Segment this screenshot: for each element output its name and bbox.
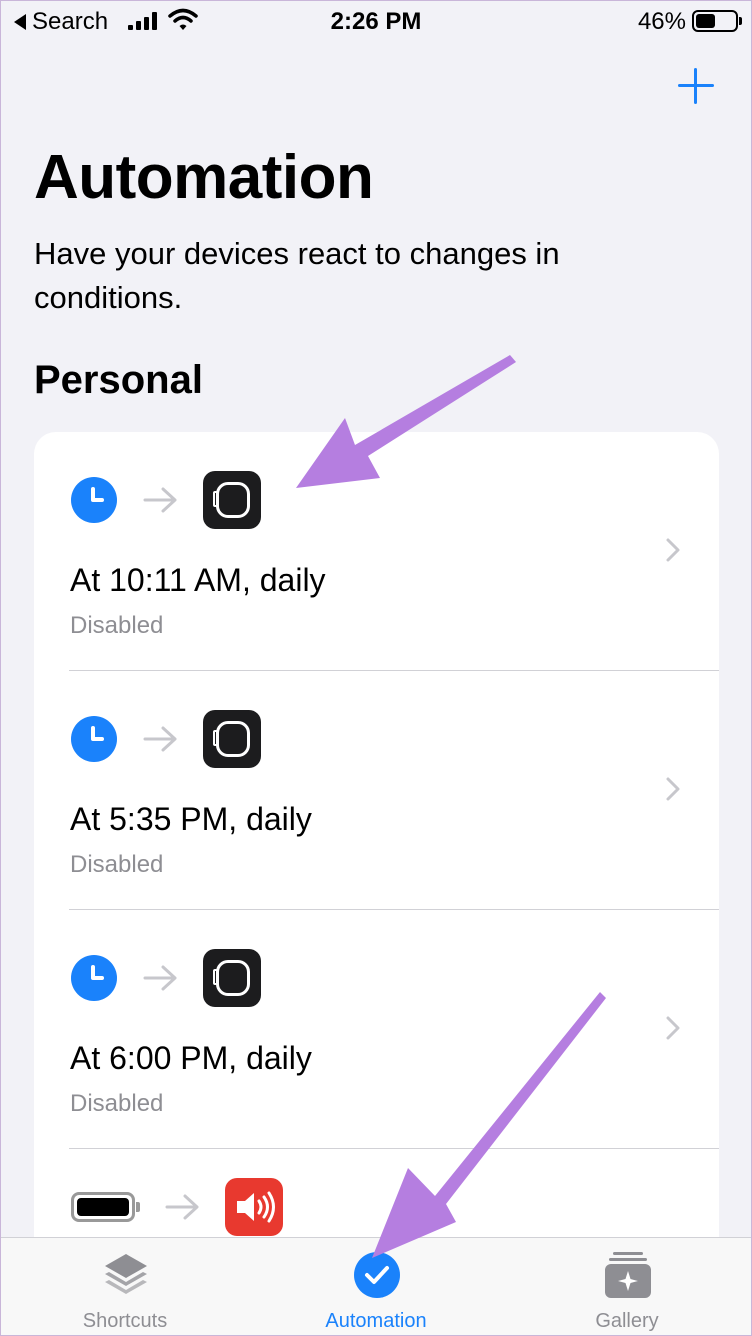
tab-gallery[interactable]: Gallery [502,1238,752,1336]
section-title-personal: Personal [34,358,203,402]
clock-icon [71,716,117,762]
watch-app-icon [203,471,261,529]
tab-label: Gallery [595,1310,659,1332]
add-automation-button[interactable] [678,68,714,104]
right-arrow-icon [143,487,177,513]
automation-title: At 6:00 PM, daily [70,1040,312,1076]
automation-list: At 10:11 AM, daily Disabled At 5:35 PM, … [34,432,719,1272]
watch-app-icon [203,710,261,768]
status-bar: Search 2:26 PM 46% [0,0,752,44]
layers-icon [105,1254,147,1294]
page-subtitle: Have your devices react to changes in co… [34,236,560,315]
automation-row[interactable]: At 5:35 PM, daily Disabled [34,671,719,910]
gallery-stack-icon [605,1252,651,1298]
right-arrow-icon [165,1194,199,1220]
right-arrow-icon [143,965,177,991]
speaker-app-icon [225,1178,283,1236]
clock-icon [71,955,117,1001]
checkmark-circle-icon [354,1252,400,1298]
automation-title: At 10:11 AM, daily [70,562,326,598]
page-title: Automation [34,143,374,212]
automation-status: Disabled [70,851,164,878]
battery-percent: 46% [637,8,686,35]
automation-status: Disabled [70,1090,164,1117]
right-arrow-icon [143,726,177,752]
tab-automation[interactable]: Automation [251,1238,501,1336]
automation-row[interactable]: At 10:11 AM, daily Disabled [34,432,719,671]
automation-row[interactable]: At 6:00 PM, daily Disabled [34,910,719,1149]
watch-app-icon [203,949,261,1007]
chevron-right-icon [666,1016,680,1040]
tab-label: Automation [325,1310,427,1332]
tab-label: Shortcuts [82,1310,168,1332]
battery-status-icon [692,10,742,32]
chevron-right-icon [666,538,680,562]
battery-icon [71,1192,140,1222]
tab-shortcuts[interactable]: Shortcuts [0,1238,250,1336]
clock-icon [71,477,117,523]
automation-status: Disabled [70,612,164,639]
automation-title: At 5:35 PM, daily [70,801,312,837]
chevron-right-icon [666,777,680,801]
tab-bar: Shortcuts Automation Gallery [0,1237,752,1336]
